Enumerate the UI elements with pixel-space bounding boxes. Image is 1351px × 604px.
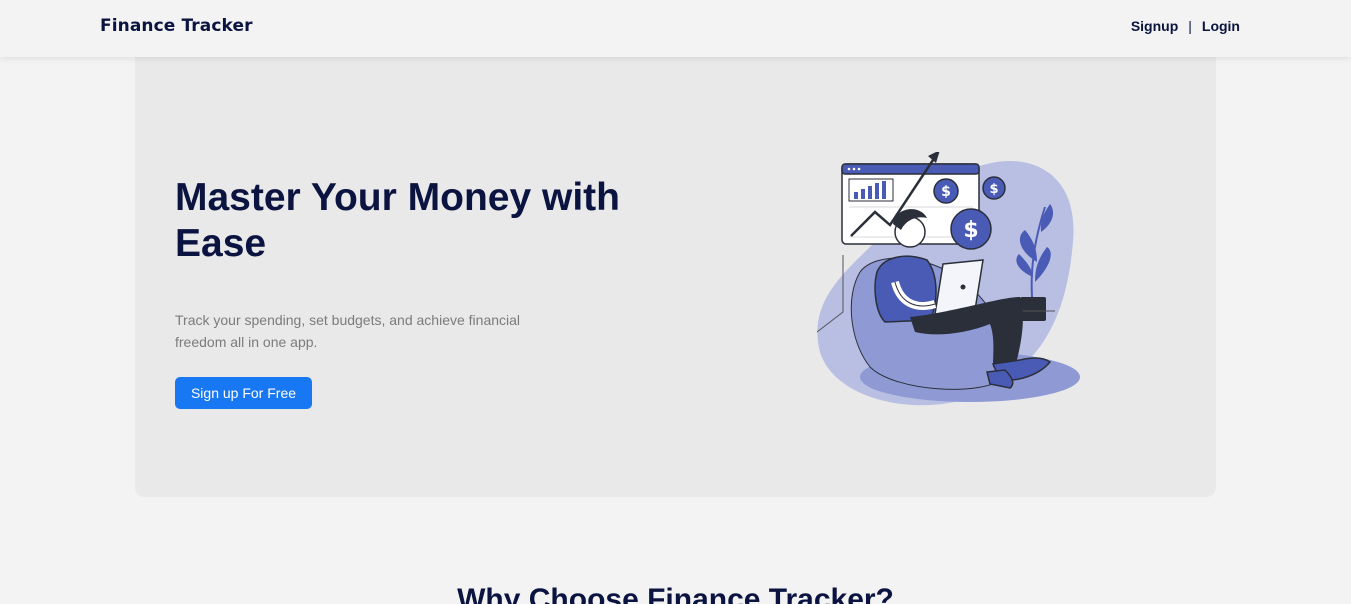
svg-text:$: $ — [941, 184, 951, 200]
svg-text:$: $ — [963, 218, 978, 243]
nav-separator: | — [1188, 18, 1192, 34]
svg-text:$: $ — [989, 182, 998, 197]
hero-section: Master Your Money with Ease Track your s… — [135, 57, 1216, 497]
login-link[interactable]: Login — [1202, 18, 1240, 34]
features-heading: Why Choose Finance Tracker? — [457, 583, 894, 604]
nav-links: Signup | Login — [1131, 18, 1240, 34]
hero-subtitle: Track your spending, set budgets, and ac… — [175, 312, 521, 350]
navbar: Finance Tracker Signup | Login — [0, 0, 1351, 57]
person-torso — [874, 255, 937, 323]
brand-logo-link[interactable]: Finance Tracker — [100, 16, 253, 36]
signup-free-button[interactable]: Sign up For Free — [175, 377, 312, 409]
hero-illustration: $ $ $ — [816, 152, 1080, 406]
signup-link[interactable]: Signup — [1131, 18, 1178, 34]
hero-title: Master Your Money with Ease — [175, 176, 620, 265]
